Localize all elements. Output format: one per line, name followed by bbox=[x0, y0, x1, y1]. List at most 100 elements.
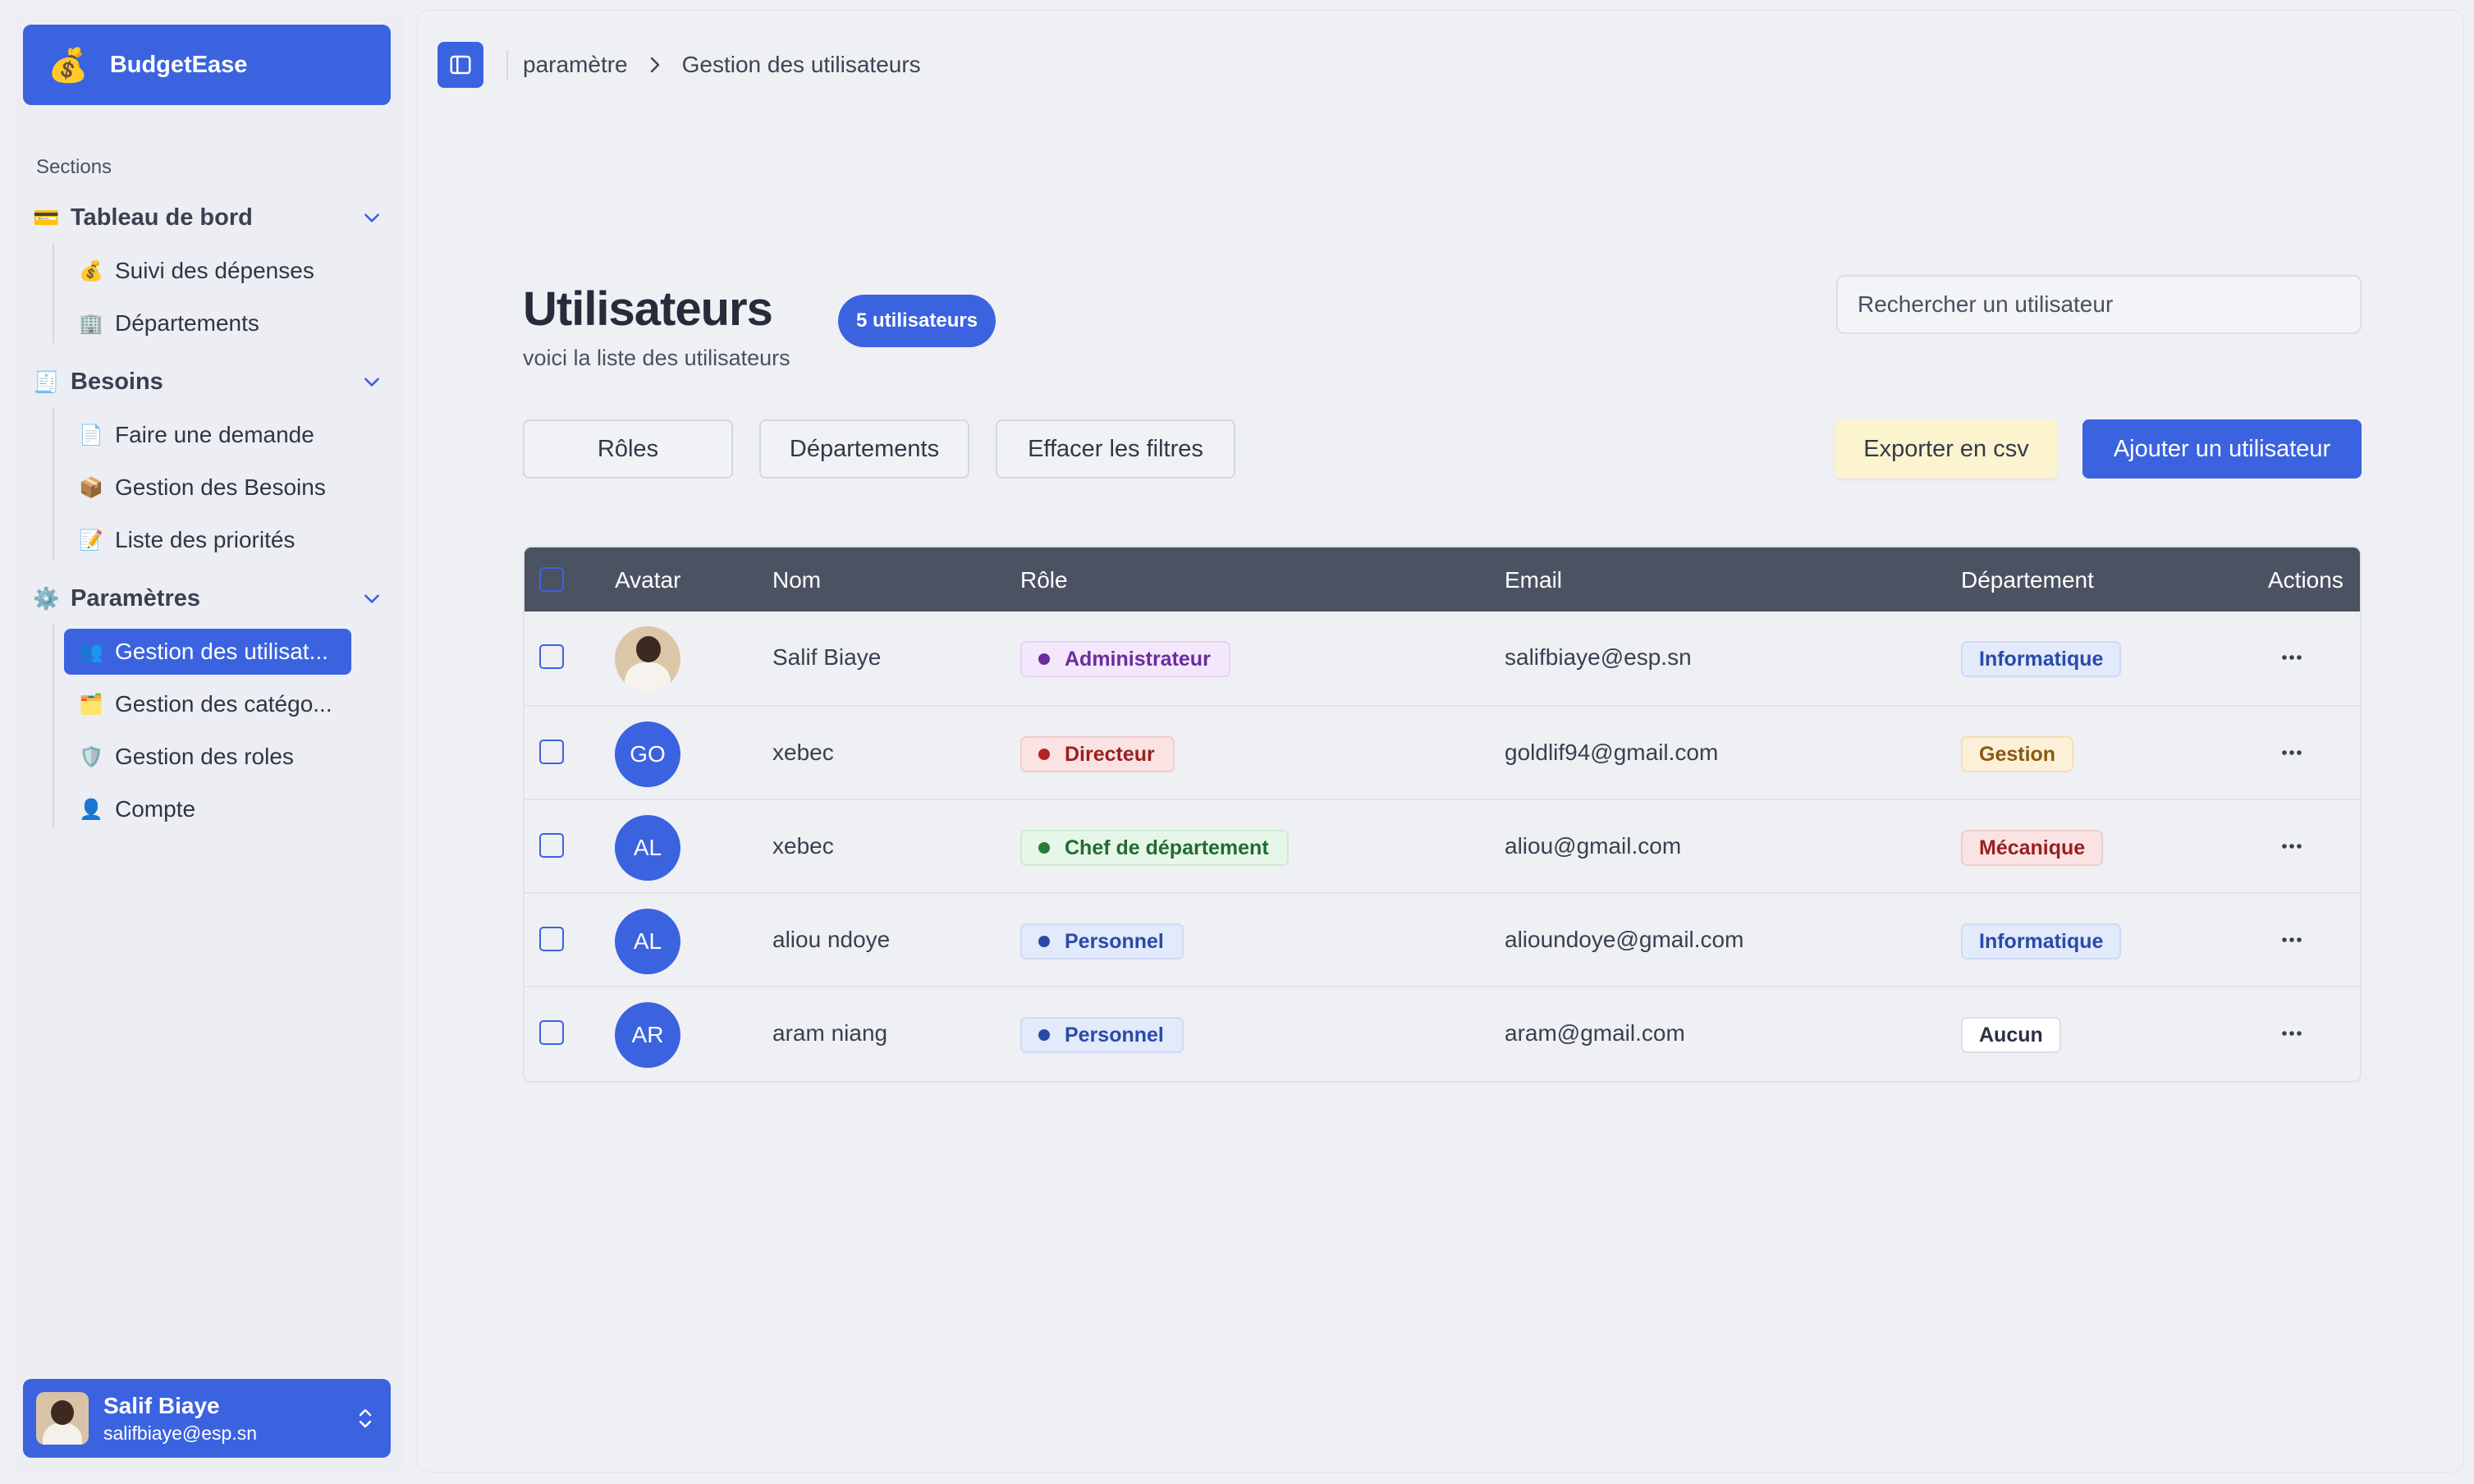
role-badge: Directeur bbox=[1020, 736, 1175, 772]
user-name-cell: aliou ndoye bbox=[772, 927, 891, 952]
email-cell: aram@gmail.com bbox=[1505, 1020, 1685, 1046]
brand-button[interactable]: 💰 BudgetEase bbox=[23, 25, 391, 105]
sidebar-group-label: Tableau de bord bbox=[71, 204, 253, 231]
breadcrumb: paramètre Gestion des utilisateurs bbox=[523, 47, 921, 83]
sections-label: Sections bbox=[36, 156, 112, 178]
tree-line bbox=[53, 243, 54, 343]
column-header-nom: Nom bbox=[772, 567, 822, 593]
avatar bbox=[615, 626, 680, 692]
sidebar-item-label: Faire une demande bbox=[115, 422, 314, 447]
clear-filters-button[interactable]: Effacer les filtres bbox=[996, 419, 1235, 479]
page-subtitle: voici la liste des utilisateurs bbox=[523, 346, 790, 370]
status-dot-icon bbox=[1038, 653, 1050, 665]
brand-name: BudgetEase bbox=[109, 51, 248, 78]
column-header-role: Rôle bbox=[1020, 567, 1068, 593]
tree-line bbox=[53, 624, 54, 829]
page-title: Utilisateurs bbox=[523, 282, 773, 336]
role-label: Chef de département bbox=[1065, 836, 1269, 859]
sidebar-item-gestion-des-roles[interactable]: 🛡️ Gestion des roles bbox=[64, 734, 363, 780]
more-actions-icon[interactable] bbox=[2279, 649, 2304, 666]
more-actions-icon[interactable] bbox=[2279, 838, 2304, 854]
sidebar-item-suivi-des-depenses[interactable]: 💰 Suivi des dépenses bbox=[64, 248, 363, 294]
chevron-right-icon bbox=[650, 57, 659, 73]
sidebar-group-parametres[interactable]: ⚙️ Paramètres bbox=[33, 578, 394, 619]
sidebar-item-gestion-des-besoins[interactable]: 📦 Gestion des Besoins bbox=[64, 465, 363, 511]
user-icon: 👤 bbox=[79, 798, 103, 821]
breadcrumb-parent[interactable]: paramètre bbox=[523, 52, 628, 78]
sidebar-group-besoins[interactable]: 🧾 Besoins bbox=[33, 361, 394, 402]
departments-filter-button[interactable]: Départements bbox=[759, 419, 969, 479]
table-row: GO xebec Directeur goldlif94@gmail.com Gesti… bbox=[525, 705, 2360, 799]
avatar bbox=[36, 1392, 89, 1445]
email-cell: goldlif94@gmail.com bbox=[1505, 740, 1719, 765]
sidebar-group-tableau-de-bord[interactable]: 💳 Tableau de bord bbox=[33, 197, 394, 238]
table-row: Salif Biaye Administrateur salifbiaye@esp.… bbox=[525, 611, 2360, 705]
receipt-icon: 🧾 bbox=[33, 369, 60, 394]
select-all-checkbox[interactable] bbox=[539, 567, 564, 592]
table-row: AL aliou ndoye Personnel alioundoye@gmail.c… bbox=[525, 892, 2360, 986]
sidebar-item-gestion-des-utilisateurs[interactable]: 👥 Gestion des utilisat... bbox=[64, 629, 351, 675]
sidebar-item-label: Gestion des utilisat... bbox=[115, 639, 328, 664]
sidebar-group-label: Besoins bbox=[71, 368, 163, 395]
table-row: AL xebec Chef de département aliou@gmail.co… bbox=[525, 799, 2360, 892]
role-badge: Administrateur bbox=[1020, 641, 1230, 677]
sidebar-item-liste-des-priorites[interactable]: 📝 Liste des priorités bbox=[64, 517, 363, 563]
user-email: salifbiaye@esp.sn bbox=[103, 1422, 257, 1444]
credit-card-icon: 💳 bbox=[33, 204, 60, 230]
sidebar-item-departements[interactable]: 🏢 Départements bbox=[64, 300, 363, 346]
add-user-button[interactable]: Ajouter un utilisateur bbox=[2082, 419, 2362, 479]
export-csv-button[interactable]: Exporter en csv bbox=[1835, 419, 2058, 479]
sidebar-group-label: Paramètres bbox=[71, 584, 200, 611]
sidebar-item-label: Gestion des Besoins bbox=[115, 474, 326, 500]
table-header: Avatar Nom Rôle Email Département Action… bbox=[525, 547, 2360, 611]
email-cell: salifbiaye@esp.sn bbox=[1505, 644, 1692, 670]
roles-filter-button[interactable]: Rôles bbox=[523, 419, 733, 479]
sidebar-toggle-button[interactable] bbox=[438, 42, 483, 88]
email-cell: alioundoye@gmail.com bbox=[1505, 927, 1744, 952]
sidebar-item-label: Compte bbox=[115, 796, 196, 822]
status-dot-icon bbox=[1038, 1029, 1050, 1041]
column-header-email: Email bbox=[1505, 567, 1563, 593]
sidebar-item-faire-une-demande[interactable]: 📄 Faire une demande bbox=[64, 412, 363, 458]
avatar: AR bbox=[615, 1002, 680, 1068]
status-dot-icon bbox=[1038, 936, 1050, 947]
more-actions-icon[interactable] bbox=[2279, 932, 2304, 948]
tree-line bbox=[53, 407, 54, 560]
main-panel: paramètre Gestion des utilisateurs Utili… bbox=[417, 10, 2464, 1473]
row-checkbox[interactable] bbox=[539, 644, 564, 669]
avatar: GO bbox=[615, 721, 680, 787]
package-icon: 📦 bbox=[79, 476, 103, 499]
column-header-actions: Actions bbox=[2268, 567, 2343, 593]
search-input[interactable] bbox=[1836, 275, 2362, 334]
more-actions-icon[interactable] bbox=[2279, 744, 2304, 761]
role-label: Administrateur bbox=[1065, 647, 1211, 671]
role-badge: Personnel bbox=[1020, 1017, 1184, 1053]
row-checkbox[interactable] bbox=[539, 833, 564, 858]
row-checkbox[interactable] bbox=[539, 1020, 564, 1045]
user-menu-button[interactable]: Salif Biaye salifbiaye@esp.sn bbox=[23, 1379, 391, 1458]
sidebar: 💰 BudgetEase Sections 💳 Tableau de bord … bbox=[10, 10, 404, 1473]
user-name-cell: aram niang bbox=[772, 1020, 888, 1046]
department-badge: Informatique bbox=[1961, 641, 2122, 677]
folder-icon: 🗂️ bbox=[79, 693, 103, 716]
sidebar-item-gestion-des-categories[interactable]: 🗂️ Gestion des catégo... bbox=[64, 681, 363, 727]
office-building-icon: 🏢 bbox=[79, 312, 103, 335]
department-badge: Mécanique bbox=[1961, 830, 2104, 866]
breadcrumb-current: Gestion des utilisateurs bbox=[681, 52, 921, 77]
gear-icon: ⚙️ bbox=[33, 585, 60, 611]
row-checkbox[interactable] bbox=[539, 740, 564, 764]
users-table: Avatar Nom Rôle Email Département Action… bbox=[523, 546, 2362, 1083]
memo-icon: 📝 bbox=[79, 529, 103, 552]
sidebar-item-compte[interactable]: 👤 Compte bbox=[64, 786, 363, 832]
more-actions-icon[interactable] bbox=[2279, 1025, 2304, 1042]
row-checkbox[interactable] bbox=[539, 927, 564, 951]
sidebar-item-label: Départements bbox=[115, 310, 259, 336]
role-badge: Personnel bbox=[1020, 923, 1184, 960]
role-badge: Chef de département bbox=[1020, 830, 1289, 866]
status-dot-icon bbox=[1038, 842, 1050, 854]
avatar: AL bbox=[615, 815, 680, 881]
column-header-avatar: Avatar bbox=[615, 567, 681, 593]
sidebar-item-label: Gestion des catégo... bbox=[115, 691, 332, 717]
divider bbox=[506, 50, 508, 80]
chevron-down-icon bbox=[364, 378, 379, 387]
